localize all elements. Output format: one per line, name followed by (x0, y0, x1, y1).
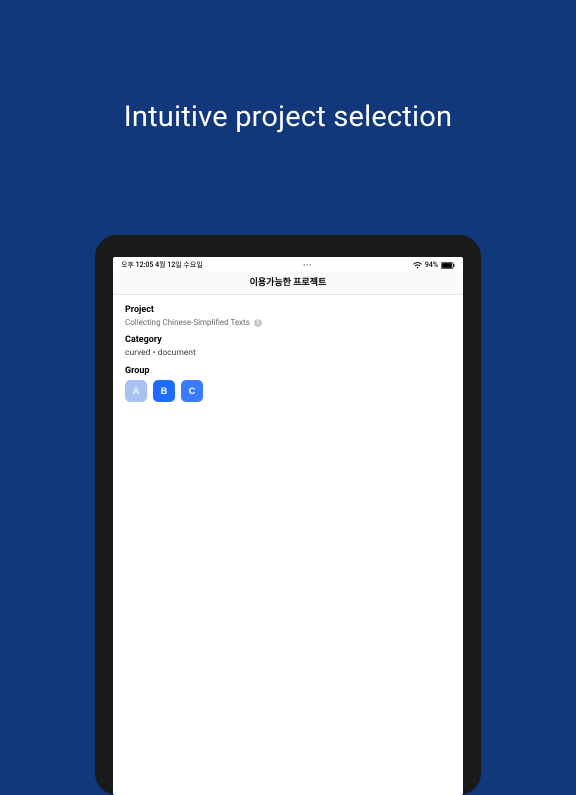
battery-percent: 94% (425, 261, 438, 269)
content-area: Project Collecting Chinese-Simplified Te… (113, 295, 463, 412)
status-center-dots: ••• (303, 262, 312, 269)
marketing-headline: Intuitive project selection (0, 100, 576, 134)
group-button-c[interactable]: C (181, 380, 203, 402)
group-button-a[interactable]: A (125, 380, 147, 402)
status-date: 4월 12일 수요일 (155, 261, 203, 269)
group-button-row: A B C (125, 380, 451, 402)
wifi-icon (413, 262, 422, 269)
status-right: 94% (413, 261, 455, 269)
status-bar: 오후 12:05 4월 12일 수요일 ••• 94% (113, 257, 463, 271)
project-row[interactable]: Collecting Chinese-Simplified Texts i (125, 318, 451, 327)
category-label: Category (125, 335, 451, 345)
info-icon[interactable]: i (254, 319, 262, 327)
project-label: Project (125, 305, 451, 315)
group-button-b[interactable]: B (153, 380, 175, 402)
status-time-date: 오후 12:05 4월 12일 수요일 (121, 260, 203, 270)
battery-icon (441, 262, 455, 269)
nav-bar-title: 이용가능한 프로젝트 (113, 271, 463, 295)
category-value: curved • document (125, 348, 451, 358)
status-time: 오후 12:05 (121, 261, 153, 269)
tablet-frame: 오후 12:05 4월 12일 수요일 ••• 94% 이용가능한 프로젝트 P… (95, 235, 481, 795)
project-value-text: Collecting Chinese-Simplified Texts (125, 318, 250, 327)
tablet-screen: 오후 12:05 4월 12일 수요일 ••• 94% 이용가능한 프로젝트 P… (113, 257, 463, 795)
group-label: Group (125, 366, 451, 376)
